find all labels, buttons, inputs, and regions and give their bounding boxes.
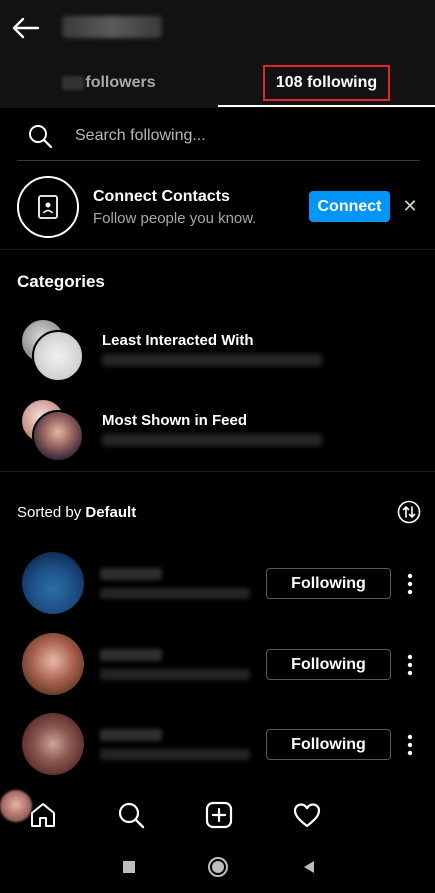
tab-followers[interactable]: followers	[0, 58, 218, 108]
tab-following[interactable]: 108 following	[218, 58, 435, 108]
section-divider	[0, 471, 435, 472]
search-icon[interactable]	[116, 800, 146, 830]
home-circle-icon[interactable]	[207, 856, 229, 878]
categories-heading: Categories	[17, 272, 105, 291]
avatar	[32, 330, 84, 382]
connect-contacts-title: Connect Contacts	[93, 188, 230, 205]
category-subtitle-blurred	[102, 434, 322, 446]
recents-square-icon[interactable]	[118, 856, 140, 878]
category-avatars	[20, 396, 86, 464]
back-triangle-icon[interactable]	[298, 856, 320, 878]
following-button[interactable]: Following	[266, 729, 391, 760]
home-icon[interactable]	[28, 800, 58, 830]
following-button[interactable]: Following	[266, 649, 391, 680]
list-item[interactable]: Following	[0, 713, 435, 789]
profile-username-blurred	[62, 16, 162, 38]
bottom-navigation	[0, 790, 435, 842]
more-vertical-icon[interactable]	[402, 653, 418, 677]
search-bar	[17, 115, 420, 161]
username-blurred	[100, 649, 162, 661]
category-most-shown[interactable]: Most Shown in Feed	[0, 396, 435, 468]
fullname-blurred	[100, 588, 250, 599]
back-arrow-icon[interactable]	[10, 12, 42, 44]
profile-avatar[interactable]	[0, 790, 32, 822]
list-item[interactable]: Following	[0, 633, 435, 709]
avatar	[32, 410, 84, 462]
category-avatars	[20, 316, 86, 384]
search-input[interactable]	[75, 123, 395, 149]
more-vertical-icon[interactable]	[402, 733, 418, 757]
contact-card-icon	[17, 176, 79, 238]
sort-toggle-icon[interactable]	[397, 500, 421, 524]
avatar[interactable]	[22, 713, 84, 775]
category-title: Most Shown in Feed	[102, 412, 247, 429]
system-navigation	[0, 842, 435, 893]
more-vertical-icon[interactable]	[402, 572, 418, 596]
fullname-blurred	[100, 749, 250, 760]
followers-count-blurred	[62, 76, 85, 90]
category-title: Least Interacted With	[102, 332, 254, 349]
sort-label: Sorted by Default	[17, 504, 136, 521]
tab-followers-label: followers	[85, 74, 156, 91]
category-subtitle-blurred	[102, 354, 322, 366]
list-item[interactable]: Following	[0, 552, 435, 628]
connect-button[interactable]: Connect	[309, 191, 390, 222]
close-icon[interactable]: ✕	[400, 196, 420, 216]
active-tab-indicator	[218, 105, 435, 107]
avatar[interactable]	[22, 633, 84, 695]
tab-following-label: 108 following	[262, 65, 391, 101]
top-bar	[0, 0, 435, 58]
sort-value: Default	[85, 504, 137, 521]
avatar[interactable]	[22, 552, 84, 614]
fullname-blurred	[100, 669, 250, 680]
username-blurred	[100, 729, 162, 741]
heart-icon[interactable]	[292, 800, 322, 830]
username-blurred	[100, 568, 162, 580]
add-post-icon[interactable]	[204, 800, 234, 830]
search-icon	[27, 123, 53, 149]
follow-tabs: followers 108 following	[0, 58, 435, 108]
connect-contacts-subtitle: Follow people you know.	[93, 210, 257, 227]
connect-contacts-row: Connect Contacts Follow people you know.…	[0, 170, 435, 250]
following-button[interactable]: Following	[266, 568, 391, 599]
category-least-interacted[interactable]: Least Interacted With	[0, 316, 435, 388]
sort-prefix: Sorted by	[17, 504, 86, 521]
